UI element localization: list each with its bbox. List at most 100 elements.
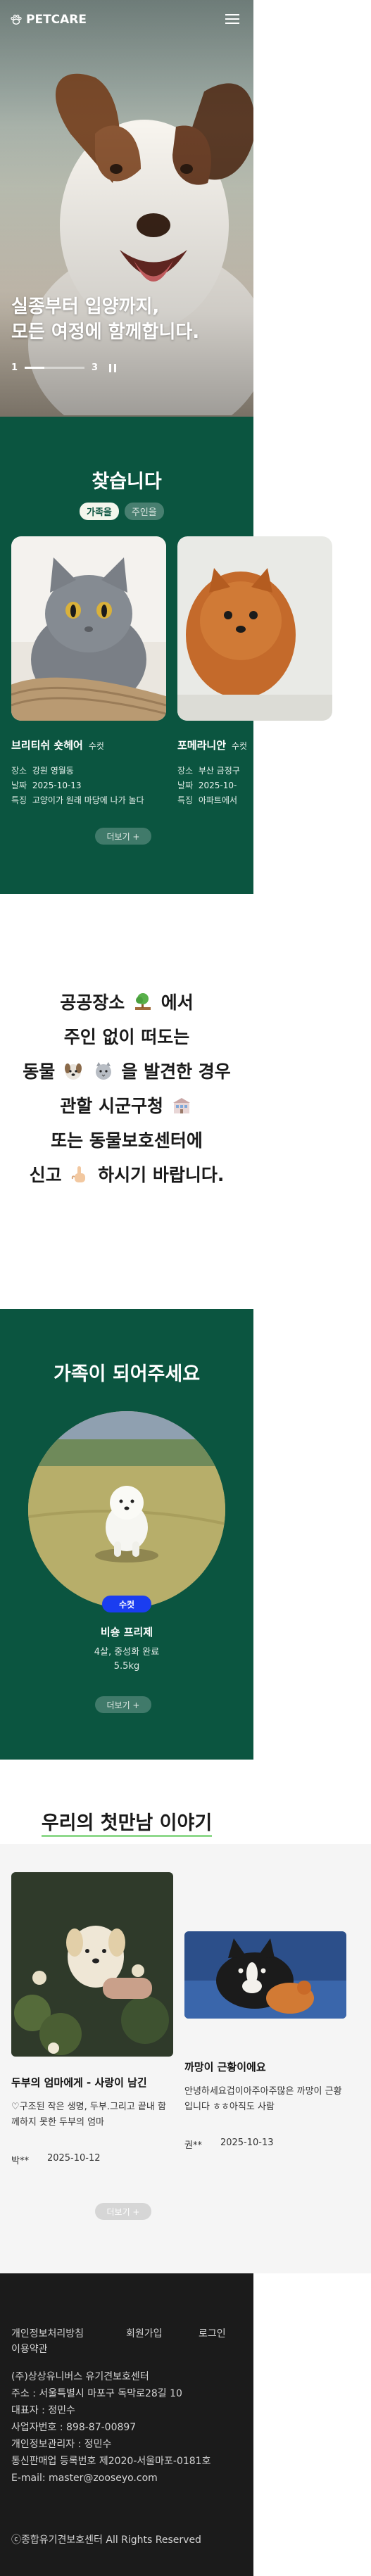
story-author: 박** — [11, 2156, 29, 2166]
adopt-sex-badge: 수컷 — [102, 1596, 151, 1612]
pet-date-row: 날짜 2025-10- — [177, 778, 332, 793]
pet-date: 2025-10-13 — [32, 781, 82, 790]
pet-card-title: 브리티쉬 숏헤어 수컷 — [11, 738, 166, 752]
hero-pager: 1 3 — [11, 362, 117, 373]
pet-date: 2025-10- — [198, 781, 237, 790]
adopt-pet-name: 비숑 프리제 — [100, 1626, 153, 1639]
story-author: 권** — [184, 2140, 202, 2151]
hero-banner: PETCARE 실종부터 입양까지, 모든 여정에 함께합니다. 1 3 — [0, 0, 253, 417]
pause-icon[interactable] — [109, 363, 117, 372]
story-card[interactable]: 두부의 엄마에게 - 사랑이 남긴 ♡구조된 작은 생명, 두부.그리고 끝내 … — [11, 1872, 173, 2166]
office-building-icon — [172, 1098, 190, 1113]
story-title-text: 우리의 첫만남 이야기 — [41, 1812, 213, 1837]
date-label: 날짜 — [177, 781, 194, 790]
adopt-pet-photo[interactable] — [28, 1411, 225, 1608]
feature-label: 특징 — [177, 795, 194, 805]
story-card-meta: 권** 2025-10-13 — [184, 2138, 346, 2151]
notice-section: 공공장소 에서 주인 없이 떠도는 동물 을 발견한 경우 관할 시군구청 또는… — [0, 894, 253, 1309]
hero-headline: 실종부터 입양까지, 모든 여정에 함께합니다. — [11, 294, 199, 345]
footer-link-terms[interactable]: 이용약관 — [11, 2342, 48, 2357]
pet-feature-row: 특징 고양이가 원래 마당에 나가 놀다 — [11, 793, 166, 808]
cat-face-icon — [95, 1062, 111, 1080]
footer-address: 주소 : 서울특별시 마포구 독막로28길 10 — [11, 2388, 182, 2399]
story-photo-spacer — [184, 1872, 346, 1931]
pet-place-row: 장소 강원 영월동 — [11, 764, 166, 778]
pomeranian-photo — [177, 536, 332, 721]
hero-headline-line1: 실종부터 입양까지, — [11, 296, 160, 317]
notice-line4: 관할 시군구청 — [60, 1096, 163, 1116]
story-card[interactable]: 까망이 근황이에요 안녕하세요겁이아주아주많은 까망이 근황입니다 ㅎㅎ아직도 … — [184, 1872, 346, 2151]
pet-meta: 장소 강원 영월동 날짜 2025-10-13 특징 고양이가 원래 마당에 나… — [11, 764, 166, 808]
pet-feature-row: 특징 아파트에서 — [177, 793, 332, 808]
hero-overlay — [0, 0, 253, 417]
find-tabs: 가족을 주인을 — [80, 503, 164, 520]
tab-owner[interactable]: 주인을 — [124, 503, 164, 520]
pet-place-row: 장소 부산 금정구 — [177, 764, 332, 778]
notice-line6-b: 하시기 바랍니다. — [98, 1165, 225, 1185]
pet-meta: 장소 부산 금정구 날짜 2025-10- 특징 아파트에서 — [177, 764, 332, 808]
place-label: 장소 — [11, 766, 27, 776]
story-date: 2025-10-12 — [46, 2153, 101, 2164]
story-card-title: 두부의 엄마에게 - 사랑이 남긴 — [11, 2076, 147, 2089]
dog-face-icon — [64, 1063, 82, 1080]
footer-link-privacy[interactable]: 개인정보처리방침 — [11, 2326, 84, 2342]
pointing-hand-icon — [72, 1166, 86, 1182]
footer-copyright: ⓒ종합유기견보호센터 All Rights Reserved — [11, 2534, 201, 2546]
adopt-info-line2: 5.5kg — [113, 1661, 140, 1672]
park-tree-icon — [135, 993, 151, 1010]
pet-sex: 수컷 — [232, 741, 248, 751]
adopt-pet-info: 4살, 중성화 완료 5.5kg — [0, 1646, 253, 1674]
pet-breed: 브리티쉬 숏헤어 — [11, 739, 83, 752]
pet-date-row: 날짜 2025-10-13 — [11, 778, 166, 793]
story-more-button[interactable]: 더보기 + — [95, 2203, 151, 2220]
notice-line2: 주인 없이 떠도는 — [63, 1027, 190, 1047]
pet-sex: 수컷 — [88, 741, 104, 751]
notice-line1-a: 공공장소 — [60, 992, 125, 1013]
date-label: 날짜 — [11, 781, 27, 790]
adopt-title: 가족이 되어주세요 — [53, 1363, 201, 1385]
adopt-info-line1: 4살, 중성화 완료 — [94, 1647, 160, 1658]
footer-link-login[interactable]: 로그인 — [199, 2326, 226, 2342]
pager-current: 1 — [11, 362, 18, 373]
lost-pet-card[interactable]: 브리티쉬 숏헤어 수컷 장소 강원 영월동 날짜 2025-10-13 특징 고… — [11, 536, 166, 808]
footer-biz-number: 사업자번호 : 898-87-00897 — [11, 2422, 137, 2433]
adopt-more-button[interactable]: 더보기 + — [95, 1696, 151, 1713]
find-section: 찾습니다 가족을 주인을 브리티쉬 숏헤어 수컷 장소 강원 영월동 날짜 20… — [0, 417, 332, 894]
pet-breed: 포메라니안 — [177, 739, 227, 752]
footer-link-signup[interactable]: 회원가입 — [126, 2326, 163, 2342]
find-title: 찾습니다 — [92, 471, 162, 493]
site-logo[interactable]: PETCARE — [10, 13, 87, 27]
pet-feature: 아파트에서 — [198, 795, 238, 805]
paw-icon — [11, 14, 22, 25]
tab-family[interactable]: 가족을 — [80, 503, 119, 520]
find-more-button[interactable]: 더보기 + — [95, 828, 151, 845]
story-card-meta: 박** 2025-10-12 — [11, 2153, 173, 2166]
story-date: 2025-10-13 — [220, 2138, 274, 2148]
pager-progress-fill — [25, 367, 45, 369]
feature-label: 특징 — [11, 795, 27, 805]
hamburger-icon[interactable] — [224, 11, 241, 27]
footer-ceo: 대표자 : 정민수 — [11, 2405, 75, 2416]
notice-line3-a: 동물 — [23, 1061, 56, 1082]
notice-message: 공공장소 에서 주인 없이 떠도는 동물 을 발견한 경우 관할 시군구청 또는… — [0, 985, 253, 1192]
footer-company-info: (주)상상유니버스 유기견보호센터 주소 : 서울특별시 마포구 독막로28길 … — [11, 2368, 244, 2487]
pet-card-title: 포메라니안 수컷 — [177, 738, 332, 752]
notice-line6-a: 신고 — [29, 1165, 62, 1185]
footer-mail-order-reg: 통신판매업 등록번호 제2020-서울마포-0181호 — [11, 2456, 211, 2467]
hero-headline-line2: 모든 여정에 함께합니다. — [11, 322, 200, 343]
lost-pet-card[interactable]: 포메라니안 수컷 장소 부산 금정구 날짜 2025-10- 특징 아파트에서 — [177, 536, 332, 808]
story-photo-puppy — [11, 1872, 173, 2057]
pet-place: 강원 영월동 — [32, 766, 74, 776]
pet-place: 부산 금정구 — [198, 766, 240, 776]
footer-email[interactable]: E-mail: master@zooseyo.com — [11, 2470, 244, 2487]
place-label: 장소 — [177, 766, 194, 776]
pager-progress-bar — [25, 367, 85, 369]
footer-company: (주)상상유니버스 유기견보호센터 — [11, 2371, 149, 2382]
logo-text: PETCARE — [26, 13, 87, 27]
story-photo-terrier — [184, 1931, 346, 2019]
notice-line5: 또는 동물보호센터에 — [51, 1130, 203, 1151]
notice-line1-b: 에서 — [161, 992, 194, 1013]
adopt-section: 가족이 되어주세요 수컷 비숑 프리제 4살, 중성화 완료 5.5kg 더보기… — [0, 1309, 253, 1760]
story-card-title: 까망이 근황이에요 — [184, 2061, 266, 2073]
footer-privacy-officer: 개인정보관리자 : 정민수 — [11, 2439, 112, 2450]
